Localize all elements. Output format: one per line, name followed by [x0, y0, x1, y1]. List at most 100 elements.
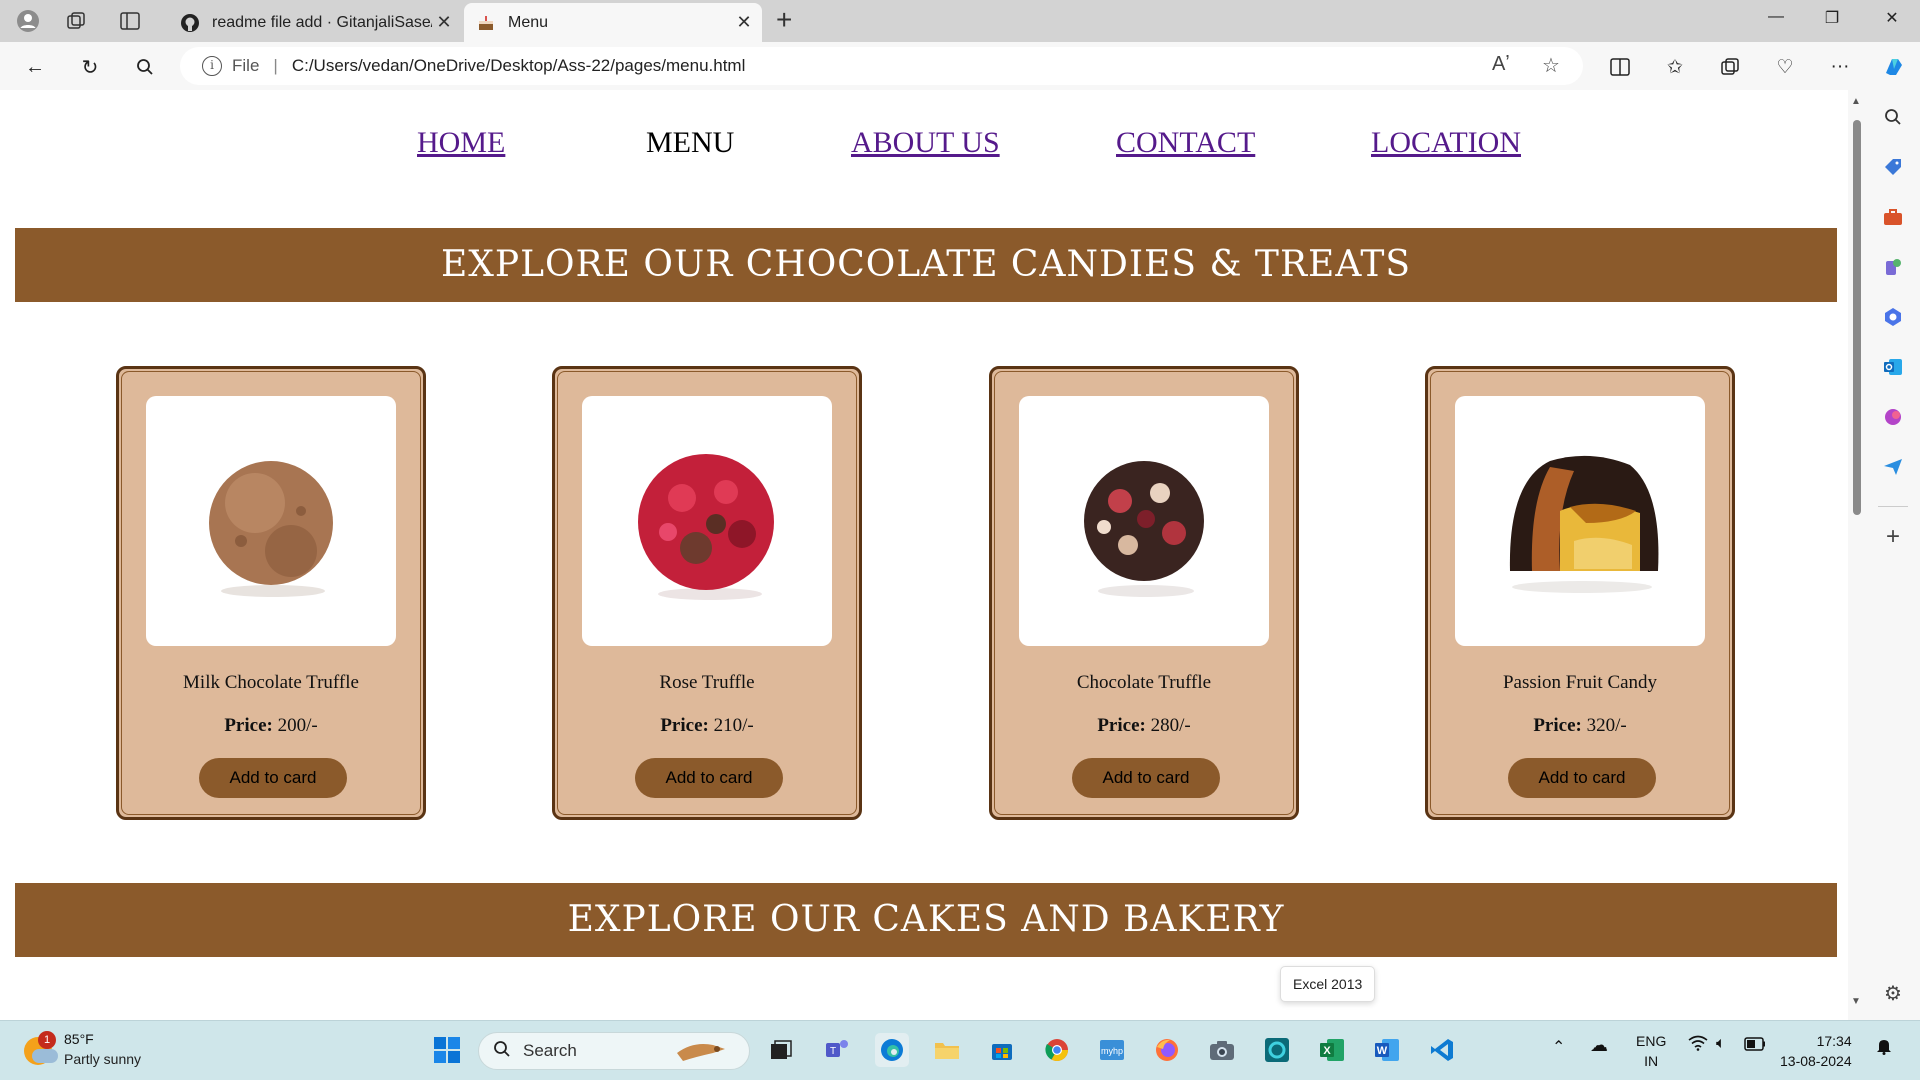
- nav-location[interactable]: LOCATION: [1371, 126, 1521, 160]
- product-card: Chocolate Truffle Price: 280/- Add to ca…: [989, 366, 1299, 820]
- myhp-icon[interactable]: myhp: [1095, 1033, 1129, 1067]
- tab-menu[interactable]: Menu ✕: [464, 3, 762, 42]
- microsoft-365-icon[interactable]: [1880, 304, 1906, 330]
- camera-icon[interactable]: [1205, 1033, 1239, 1067]
- notifications-bell-icon[interactable]: [1876, 1037, 1892, 1058]
- cakes-section-banner: EXPLORE OUR CAKES AND BAKERY: [15, 883, 1837, 957]
- page-scrollbar[interactable]: ▲ ▼: [1848, 90, 1866, 1020]
- scroll-down-icon[interactable]: ▼: [1851, 996, 1861, 1007]
- copilot-designer-icon[interactable]: [1880, 404, 1906, 430]
- tools-icon[interactable]: [1880, 204, 1906, 230]
- scrollbar-thumb[interactable]: [1853, 120, 1861, 515]
- games-icon[interactable]: [1880, 254, 1906, 280]
- onedrive-sync-icon[interactable]: ☁: [1590, 1035, 1608, 1056]
- nav-home[interactable]: HOME: [417, 126, 505, 160]
- cortana-icon[interactable]: [1260, 1033, 1294, 1067]
- sidebar-search-icon[interactable]: [1880, 104, 1906, 130]
- svg-text:T: T: [830, 1046, 836, 1057]
- minimize-icon[interactable]: —: [1756, 8, 1796, 34]
- excel-icon[interactable]: X: [1315, 1033, 1349, 1067]
- nav-about-us[interactable]: ABOUT US: [851, 126, 1000, 160]
- workspaces-icon[interactable]: [62, 8, 90, 34]
- browser-essentials-icon[interactable]: ♡: [1771, 53, 1799, 81]
- clock-date: 13-08-2024: [1780, 1053, 1852, 1069]
- copilot-icon[interactable]: [1880, 53, 1908, 81]
- github-icon: [180, 13, 200, 33]
- show-hidden-icons-icon[interactable]: ⌃: [1552, 1037, 1565, 1057]
- svg-text:X: X: [1323, 1045, 1331, 1057]
- refresh-icon[interactable]: ↻: [75, 52, 105, 82]
- send-icon[interactable]: [1880, 454, 1906, 480]
- nav-menu[interactable]: MENU: [646, 126, 734, 160]
- add-sidebar-app-icon[interactable]: +: [1880, 523, 1906, 550]
- favorite-star-icon[interactable]: ☆: [1542, 53, 1560, 78]
- profile-icon[interactable]: [14, 8, 42, 34]
- address-bar[interactable]: i File | C:/Users/vedan/OneDrive/Desktop…: [180, 47, 1583, 85]
- new-tab-icon[interactable]: +: [776, 6, 792, 34]
- weather-widget[interactable]: 1 85°F Partly sunny: [22, 1029, 192, 1073]
- sidebar-divider: [1878, 506, 1908, 507]
- nav-contact[interactable]: CONTACT: [1116, 126, 1255, 160]
- task-view-icon[interactable]: [764, 1033, 798, 1067]
- search-highlight-icon: [673, 1035, 729, 1068]
- address-separator: |: [273, 56, 278, 75]
- language-code: ENG: [1636, 1033, 1667, 1049]
- taskbar-tooltip: Excel 2013: [1280, 966, 1376, 1002]
- system-clock[interactable]: 17:34 13-08-2024: [1780, 1031, 1852, 1071]
- address-url[interactable]: C:/Users/vedan/OneDrive/Desktop/Ass-22/p…: [292, 56, 746, 76]
- word-icon[interactable]: W: [1370, 1033, 1404, 1067]
- wifi-icon[interactable]: [1688, 1035, 1708, 1056]
- edge-browser-icon[interactable]: [875, 1033, 909, 1067]
- close-tab-icon[interactable]: ✕: [432, 12, 456, 33]
- tab-github-readme[interactable]: readme file add · GitanjaliSase/A ✕: [168, 3, 462, 42]
- vscode-icon[interactable]: [1425, 1033, 1459, 1067]
- more-options-icon[interactable]: ···: [1826, 53, 1854, 81]
- chocolate-section-banner: EXPLORE OUR CHOCOLATE CANDIES & TREATS: [15, 228, 1837, 302]
- close-window-icon[interactable]: ✕: [1872, 8, 1912, 34]
- back-icon[interactable]: ←: [20, 52, 50, 82]
- collections-icon[interactable]: [1716, 53, 1744, 81]
- product-name: Chocolate Truffle: [1076, 672, 1212, 693]
- taskbar-search-icon: [493, 1040, 511, 1063]
- read-aloud-icon[interactable]: Aʼ: [1492, 53, 1510, 76]
- windows-taskbar: 1 85°F Partly sunny Search T myhp X W ⌃ …: [0, 1020, 1920, 1080]
- windows-start-icon[interactable]: [430, 1033, 464, 1067]
- split-screen-icon[interactable]: [1606, 53, 1634, 81]
- battery-icon[interactable]: [1744, 1037, 1766, 1054]
- add-to-cart-button[interactable]: Add to card: [635, 758, 783, 798]
- search-icon[interactable]: [130, 52, 160, 82]
- scroll-up-icon[interactable]: ▲: [1851, 96, 1861, 107]
- microsoft-store-icon[interactable]: [985, 1033, 1019, 1067]
- add-to-cart-button[interactable]: Add to card: [1072, 758, 1220, 798]
- outlook-icon[interactable]: [1880, 354, 1906, 380]
- weather-condition: Partly sunny: [64, 1051, 142, 1067]
- svg-text:W: W: [1377, 1045, 1388, 1057]
- tab-title: readme file add · GitanjaliSase/A: [212, 13, 432, 31]
- clock-time: 17:34: [1816, 1033, 1852, 1049]
- info-icon[interactable]: i: [202, 56, 222, 76]
- chrome-icon[interactable]: [1040, 1033, 1074, 1067]
- site-nav: HOME MENU ABOUT US CONTACT LOCATION: [4, 126, 1848, 166]
- price-label: Price:: [224, 715, 273, 736]
- edge-sidebar: + ⚙: [1866, 90, 1920, 1020]
- product-price: Price: 210/-: [555, 715, 859, 737]
- product-card: Milk Chocolate Truffle Price: 200/- Add …: [116, 366, 426, 820]
- favorites-icon[interactable]: ✩: [1661, 53, 1689, 81]
- settings-gear-icon[interactable]: ⚙: [1880, 980, 1906, 1006]
- close-tab-icon[interactable]: ✕: [732, 12, 756, 33]
- file-explorer-icon[interactable]: [930, 1033, 964, 1067]
- svg-text:myhp: myhp: [1101, 1046, 1123, 1056]
- shopping-tag-icon[interactable]: [1880, 154, 1906, 180]
- taskbar-search-box[interactable]: Search: [478, 1032, 750, 1070]
- vertical-tabs-icon[interactable]: [116, 8, 144, 34]
- product-image-rose-truffle: [582, 396, 832, 646]
- firefox-icon[interactable]: [1150, 1033, 1184, 1067]
- price-value: 210/-: [713, 715, 754, 736]
- volume-icon[interactable]: 🔈︎: [1716, 1035, 1726, 1053]
- teams-icon[interactable]: T: [820, 1033, 854, 1067]
- restore-icon[interactable]: ❐: [1812, 8, 1852, 34]
- language-indicator[interactable]: ENG IN: [1636, 1031, 1666, 1071]
- add-to-cart-button[interactable]: Add to card: [1508, 758, 1656, 798]
- add-to-cart-button[interactable]: Add to card: [199, 758, 347, 798]
- product-name: Passion Fruit Candy: [1502, 672, 1658, 693]
